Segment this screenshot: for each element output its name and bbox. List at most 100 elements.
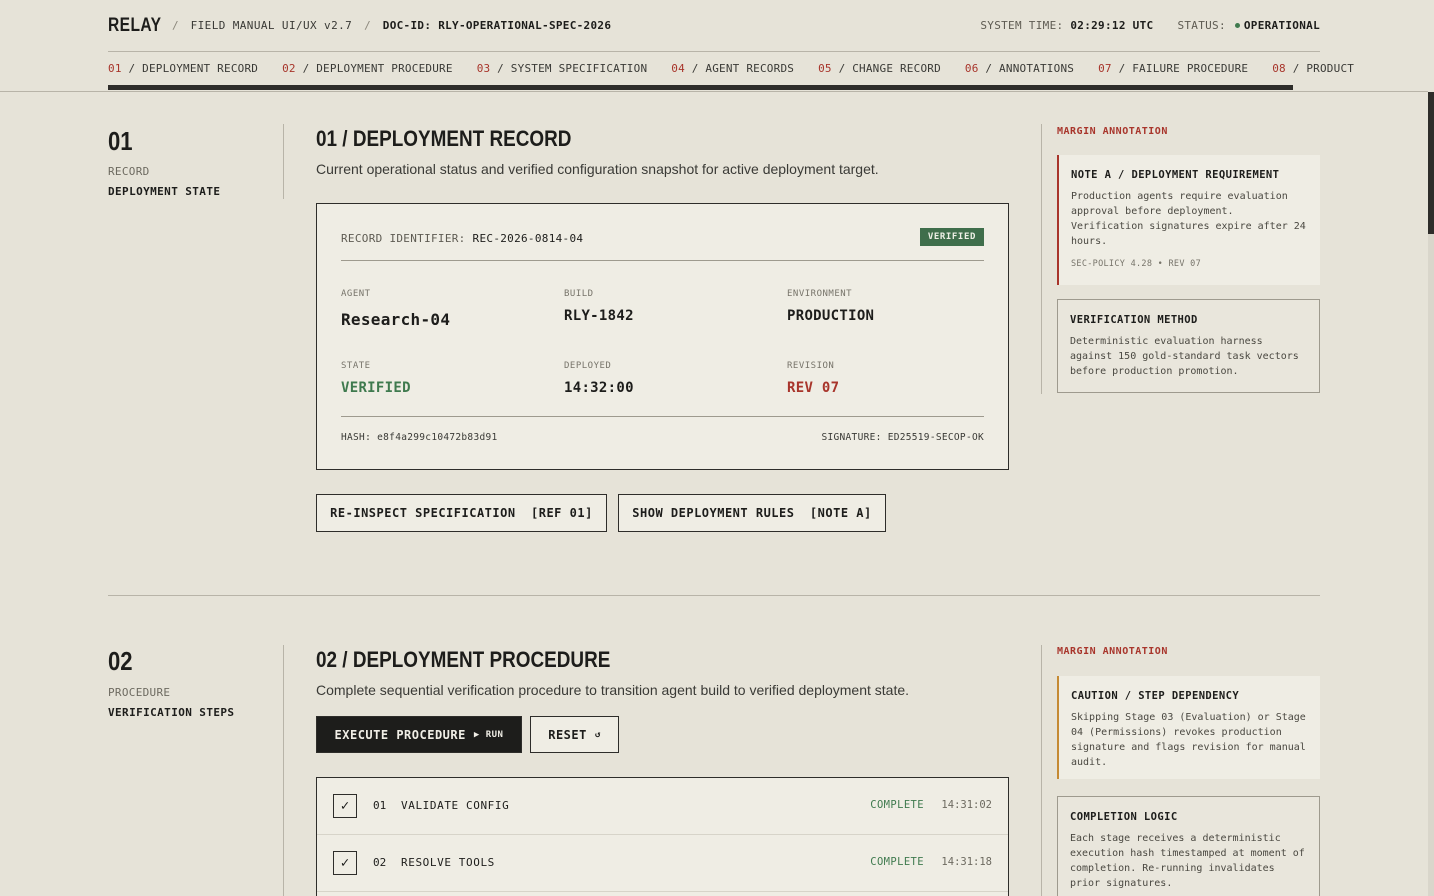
- deployed-value: 14:32:00: [564, 380, 634, 396]
- section-divider: [108, 595, 1320, 596]
- agent-label: AGENT: [341, 289, 371, 299]
- step-status: COMPLETE: [870, 856, 924, 868]
- completion-logic-note: COMPLETION LOGIC Each stage receives a d…: [1057, 796, 1320, 896]
- nav-tab-07[interactable]: 07 / FAILURE PROCEDURE: [1098, 62, 1248, 75]
- deployment-record-card: RECORD IDENTIFIER: REC-2026-0814-04 VERI…: [316, 203, 1009, 470]
- hash-label: HASH:: [341, 432, 372, 443]
- nav-tab-label: / CHANGE RECORD: [831, 62, 941, 75]
- section-title: 02 / DEPLOYMENT PROCEDURE: [316, 647, 611, 672]
- nav-tab-02[interactable]: 02 / DEPLOYMENT PROCEDURE: [282, 62, 453, 75]
- nav-tab-label: / SYSTEM SPECIFICATION: [490, 62, 648, 75]
- deployed-label: DEPLOYED: [564, 361, 612, 371]
- note-title: VERIFICATION METHOD: [1070, 314, 1198, 326]
- signature-label: SIGNATURE:: [821, 432, 882, 443]
- divider: [341, 416, 984, 417]
- divider: [341, 260, 984, 261]
- revision-label: REVISION: [787, 361, 835, 371]
- section-kind: PROCEDURE: [108, 686, 171, 699]
- agent-value: Research-04: [341, 310, 451, 329]
- nav-tab-05[interactable]: 05 / CHANGE RECORD: [818, 62, 941, 75]
- environment-label: ENVIRONMENT: [787, 289, 853, 299]
- record-identifier-label: RECORD IDENTIFIER:: [341, 232, 466, 245]
- nav-tab-01[interactable]: 01 / DEPLOYMENT RECORD: [108, 62, 258, 75]
- step-name: RESOLVE TOOLS: [401, 856, 495, 869]
- signature: SIGNATURE: ED25519-SECOP-OK: [821, 432, 984, 443]
- checkbox-checked-icon[interactable]: ✓: [333, 794, 357, 818]
- doc-id-label: DOC-ID:: [382, 19, 432, 32]
- reset-button[interactable]: RESET ↺: [530, 716, 619, 753]
- note-body: Each stage receives a deterministic exec…: [1070, 833, 1305, 889]
- nav-tab-number: 01: [108, 62, 122, 75]
- hash-value: e8f4a299c10472b83d91: [377, 432, 498, 443]
- scroll-progress-bar: [108, 85, 1293, 90]
- section-kind: RECORD: [108, 165, 150, 178]
- note-body: Deterministic evaluation harness against…: [1070, 336, 1299, 377]
- scrollbar-thumb[interactable]: [1428, 92, 1434, 234]
- nav-tab-number: 08: [1272, 62, 1286, 75]
- revision-value: REV 07: [787, 380, 840, 396]
- step-number: 02: [373, 856, 387, 869]
- divider: [1041, 645, 1042, 896]
- procedure-steps-list: ✓ 01 VALIDATE CONFIG COMPLETE 14:31:02 ✓…: [316, 777, 1009, 896]
- show-deployment-rules-button[interactable]: SHOW DEPLOYMENT RULES [NOTE A]: [618, 494, 886, 532]
- build-label: BUILD: [564, 289, 594, 299]
- nav-tab-label: / AGENT RECORDS: [684, 62, 795, 75]
- signature-value: ED25519-SECOP-OK: [887, 432, 984, 443]
- execute-procedure-button[interactable]: EXECUTE PROCEDURE ▶ RUN: [316, 716, 522, 753]
- step-row[interactable]: ✓ 01 VALIDATE CONFIG COMPLETE 14:31:02: [317, 778, 1008, 835]
- section-description: Current operational status and verified …: [316, 161, 879, 177]
- nav-tab-number: 06: [964, 62, 979, 75]
- step-time: 14:31:02: [941, 799, 992, 811]
- nav-tab-number: 04: [671, 62, 685, 75]
- nav-tab-08[interactable]: 08 / PRODUCT: [1272, 62, 1354, 75]
- nav-tab-number: 03: [476, 62, 491, 75]
- section-subtitle: DEPLOYMENT STATE: [108, 185, 221, 198]
- section-nav: 01 / DEPLOYMENT RECORD 02 / DEPLOYMENT PR…: [0, 52, 1428, 92]
- reinspect-specification-button[interactable]: RE-INSPECT SPECIFICATION [REF 01]: [316, 494, 607, 532]
- status-label: STATUS:: [1177, 19, 1226, 32]
- brand-logo[interactable]: RELAY: [108, 15, 161, 37]
- step-name: VALIDATE CONFIG: [401, 799, 510, 812]
- play-icon: ▶ RUN: [473, 729, 504, 740]
- divider: [1041, 124, 1042, 394]
- nav-tab-label: / DEPLOYMENT PROCEDURE: [295, 62, 453, 75]
- note-body: Skipping Stage 03 (Evaluation) or Stage …: [1071, 712, 1306, 768]
- verification-method-note: VERIFICATION METHOD Deterministic evalua…: [1057, 299, 1320, 393]
- nav-tab-number: 02: [282, 62, 296, 75]
- page-title: 01 / DEPLOYMENT RECORD: [316, 126, 572, 151]
- environment-value: PRODUCTION: [787, 308, 875, 324]
- note-title: NOTE A / DEPLOYMENT REQUIREMENT: [1071, 169, 1280, 181]
- checkbox-checked-icon[interactable]: ✓: [333, 851, 357, 875]
- step-status: COMPLETE: [870, 799, 924, 811]
- execute-procedure-label: EXECUTE PROCEDURE: [334, 727, 466, 742]
- nav-tab-04[interactable]: 04 / AGENT RECORDS: [671, 62, 794, 75]
- note-body: Production agents require evaluation app…: [1071, 191, 1306, 247]
- step-number: 01: [373, 799, 387, 812]
- system-time-value: 02:29:12 UTC: [1070, 19, 1154, 32]
- step-row[interactable]: ✓ 02 RESOLVE TOOLS COMPLETE 14:31:18: [317, 835, 1008, 892]
- divider: [283, 645, 284, 896]
- record-identifier: RECORD IDENTIFIER: REC-2026-0814-04: [341, 232, 583, 245]
- scrollbar[interactable]: [1428, 92, 1434, 896]
- separator: /: [172, 19, 179, 32]
- top-bar: RELAY / FIELD MANUAL UI/UX v2.7 / DOC-ID…: [108, 0, 1320, 52]
- note-meta: SEC-POLICY 4.28 • REV 07: [1071, 259, 1202, 269]
- nav-tab-number: 05: [818, 62, 832, 75]
- nav-tab-number: 07: [1098, 62, 1112, 75]
- nav-tab-label: / PRODUCT: [1285, 62, 1355, 75]
- nav-tab-label: / ANNOTATIONS: [978, 62, 1075, 75]
- status-dot-icon: [1234, 23, 1240, 28]
- build-value: RLY-1842: [564, 308, 634, 324]
- nav-tab-06[interactable]: 06 / ANNOTATIONS: [965, 62, 1074, 75]
- manual-version: FIELD MANUAL UI/UX v2.7: [190, 19, 353, 32]
- system-time-label: SYSTEM TIME:: [980, 19, 1064, 32]
- status-value: OPERATIONAL: [1243, 19, 1320, 32]
- verified-badge: VERIFIED: [919, 228, 984, 246]
- system-time: SYSTEM TIME: 02:29:12 UTC: [980, 19, 1153, 32]
- nav-tab-label: / DEPLOYMENT RECORD: [121, 62, 259, 75]
- nav-tab-03[interactable]: 03 / SYSTEM SPECIFICATION: [477, 62, 648, 75]
- step-time: 14:31:18: [941, 856, 992, 868]
- doc-id: DOC-ID: RLY-OPERATIONAL-SPEC-2026: [383, 19, 611, 32]
- nav-items: 01 / DEPLOYMENT RECORD 02 / DEPLOYMENT PR…: [108, 62, 1378, 75]
- status-indicator: STATUS: OPERATIONAL: [1177, 19, 1320, 32]
